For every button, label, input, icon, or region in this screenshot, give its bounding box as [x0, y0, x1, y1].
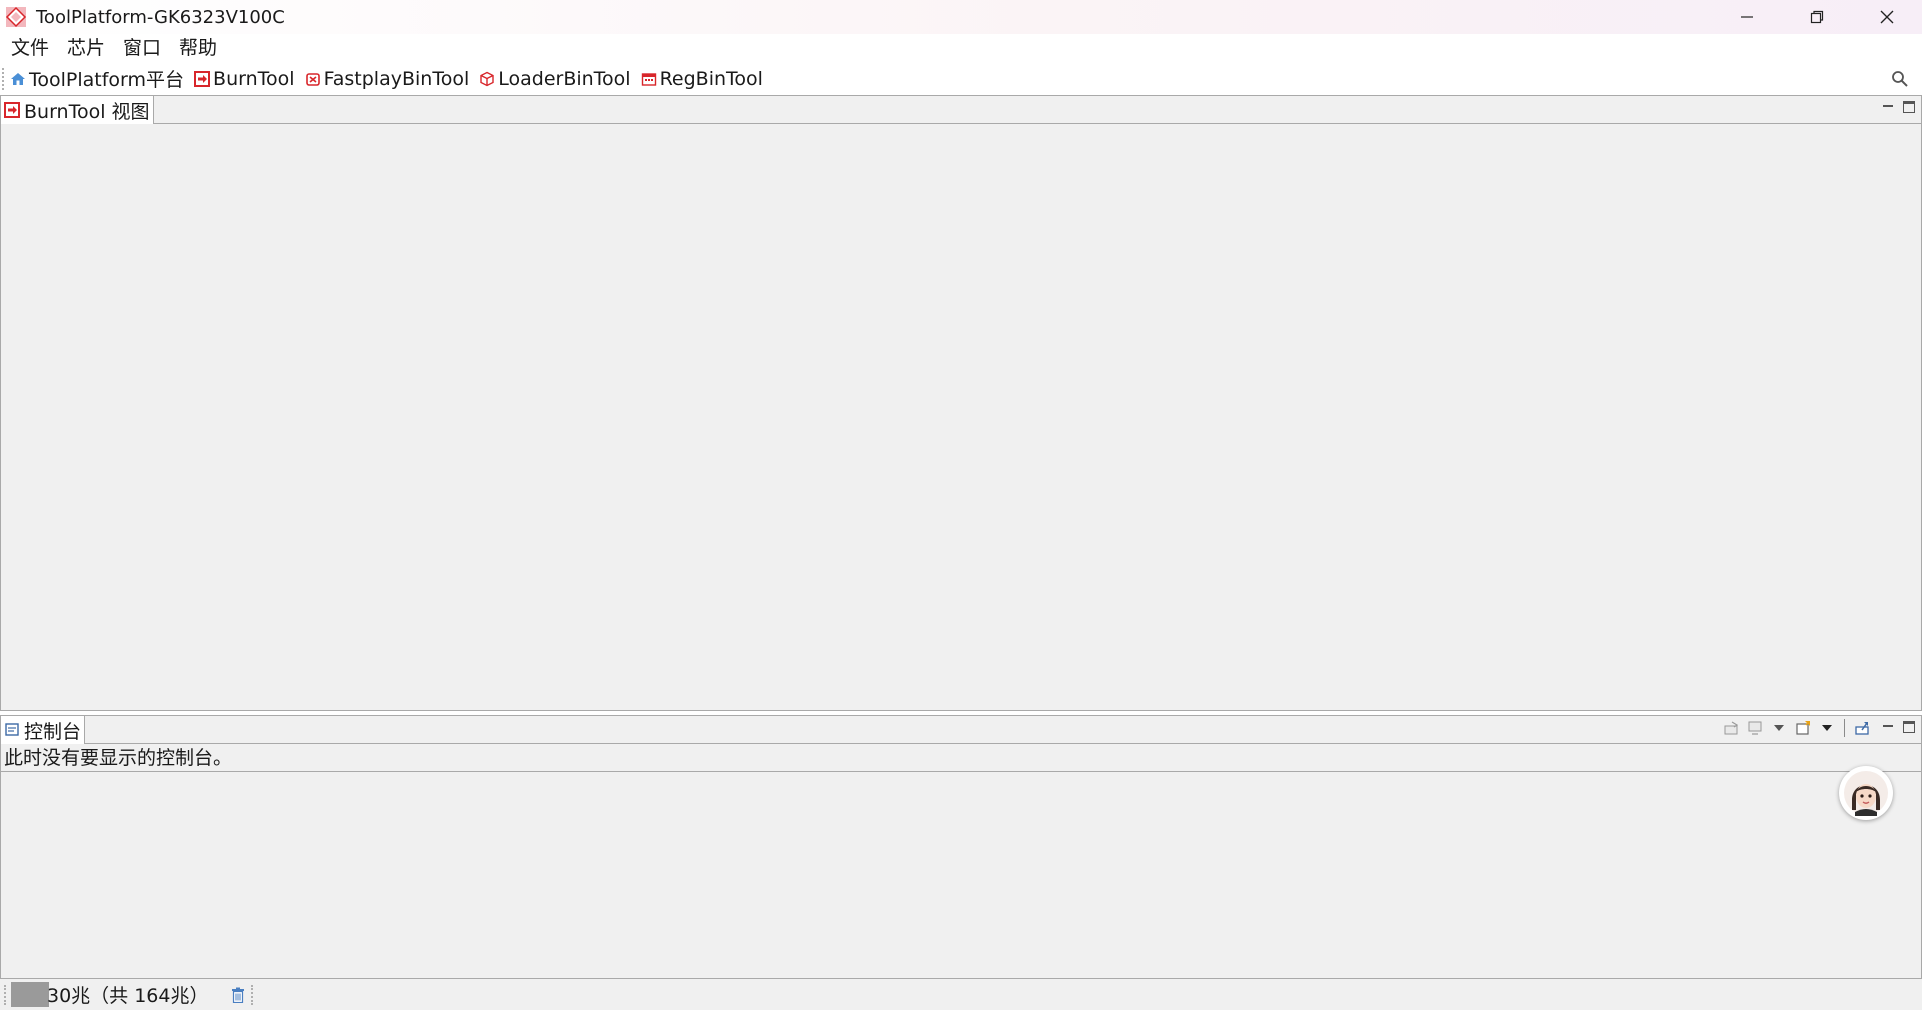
minimize-view-button[interactable] [1881, 720, 1895, 734]
perspective-label: ToolPlatform平台 [29, 69, 185, 91]
heap-status: 30兆（共 164兆） [11, 982, 223, 1007]
home-icon [10, 71, 26, 87]
menu-bar: 文件 芯片 窗口 帮助 [0, 34, 1922, 62]
menu-chip[interactable]: 芯片 [60, 34, 116, 62]
status-bar: 30兆（共 164兆） [0, 979, 1922, 1010]
restore-button[interactable] [1782, 0, 1852, 34]
export-console-button[interactable] [1853, 719, 1871, 737]
cube-icon [479, 71, 495, 87]
perspective-toolbar: ToolPlatform平台 BurnTool FastplayBinTool [0, 62, 1922, 95]
search-icon [1892, 71, 1908, 87]
fastplay-icon [305, 71, 321, 87]
chevron-down-icon [1774, 725, 1784, 731]
console-toolbar [1722, 719, 1871, 737]
perspective-regbintool[interactable]: RegBinTool [641, 68, 763, 90]
perspective-loaderbintool[interactable]: LoaderBinTool [479, 67, 631, 90]
menu-help[interactable]: 帮助 [172, 34, 228, 62]
minimize-view-button[interactable] [1881, 100, 1895, 114]
tab-burntool-view[interactable]: BurnTool 视图 [1, 96, 154, 124]
title-bar: ToolPlatform-GK6323V100C [0, 0, 1922, 34]
minimize-button[interactable] [1712, 0, 1782, 34]
perspective-label: RegBinTool [659, 67, 763, 90]
open-console-icon [1796, 720, 1811, 735]
export-icon [1855, 722, 1869, 735]
search-button[interactable] [1890, 69, 1910, 89]
console-panel: 控制台 此时没有要显示的控制台。 [0, 715, 1922, 979]
open-console-button[interactable] [1794, 719, 1812, 737]
app-diamond-icon [2, 3, 30, 31]
status-grip [251, 984, 254, 1005]
perspective-label: BurnTool [213, 67, 295, 90]
heap-status-text: 30兆（共 164兆） [47, 985, 209, 1007]
maximize-view-button[interactable] [1903, 101, 1915, 113]
burntool-view-panel: BurnTool 视图 [0, 95, 1922, 711]
run-gc-button[interactable] [229, 985, 247, 1005]
heap-usage-bar [11, 982, 50, 1007]
maximize-view-button[interactable] [1903, 721, 1915, 733]
status-grip [4, 984, 7, 1005]
perspective-label: FastplayBinTool [323, 67, 470, 90]
restore-icon [1810, 10, 1824, 24]
console-message: 此时没有要显示的控制台。 [1, 744, 1921, 772]
close-icon [1880, 10, 1894, 24]
perspective-burntool[interactable]: BurnTool [194, 68, 295, 90]
close-button[interactable] [1852, 0, 1922, 34]
avatar-icon [1844, 771, 1888, 816]
pin-icon [1724, 721, 1739, 735]
window-controls [1712, 0, 1922, 34]
toolbar-separator [1844, 719, 1845, 737]
view-controls [1881, 100, 1915, 114]
perspective-toolplatform[interactable]: ToolPlatform平台 [10, 65, 184, 92]
pin-console-button[interactable] [1722, 719, 1740, 737]
toolbar-grip[interactable] [2, 67, 6, 90]
assistant-avatar[interactable] [1839, 766, 1893, 820]
tab-label: BurnTool 视图 [24, 100, 150, 123]
console-tabstrip: 控制台 [1, 716, 1921, 744]
tab-label: 控制台 [24, 720, 82, 743]
monitor-icon [1748, 721, 1762, 735]
menu-window[interactable]: 窗口 [116, 34, 172, 62]
perspective-fastplaybintool[interactable]: FastplayBinTool [305, 67, 470, 90]
window-title: ToolPlatform-GK6323V100C [36, 6, 285, 28]
perspective-label: LoaderBinTool [498, 67, 631, 90]
burn-icon [4, 102, 20, 118]
view-controls [1881, 720, 1915, 734]
tab-console[interactable]: 控制台 [1, 716, 86, 744]
console-icon [4, 722, 20, 738]
trash-icon [232, 987, 244, 1003]
burntool-view-tabstrip: BurnTool 视图 [1, 96, 1921, 124]
chevron-down-icon [1822, 725, 1832, 731]
display-console-dropdown[interactable] [1770, 719, 1788, 737]
menu-file[interactable]: 文件 [4, 34, 60, 62]
burn-icon [194, 70, 211, 87]
display-console-button[interactable] [1746, 719, 1764, 737]
register-icon [641, 71, 657, 87]
open-console-dropdown[interactable] [1818, 719, 1836, 737]
minimize-icon [1741, 16, 1753, 18]
